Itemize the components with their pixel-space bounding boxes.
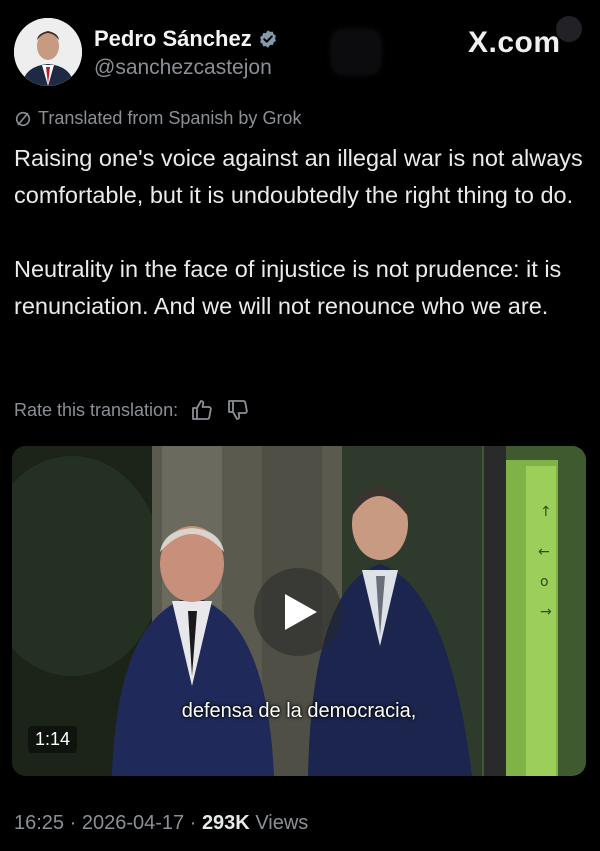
redacted-blur [330,28,382,76]
brand-watermark: X.com [468,26,561,59]
verified-badge-icon [259,30,276,48]
video-subtitle: defensa de la democracia, [181,700,417,722]
video-duration: 1:14 [28,726,78,753]
svg-text:↑: ↑ [540,504,552,520]
svg-text:o: o [540,574,549,590]
play-button[interactable] [254,568,342,656]
translation-label: Translated from Spanish by Grok [38,108,302,128]
svg-text:→: → [540,604,552,620]
avatar-photo [14,18,82,86]
display-name-row[interactable]: Pedro Sánchez [94,26,278,52]
svg-text:←: ← [538,544,550,560]
display-name[interactable]: Pedro Sánchez [94,26,252,52]
rate-label: Rate this translation: [14,399,179,420]
thumbs-down-icon[interactable] [226,398,250,422]
thumbs-up-icon[interactable] [190,398,214,422]
post-paragraph: Neutrality in the face of injustice is n… [14,256,562,319]
views-label: Views [255,812,309,834]
post-date[interactable]: 2026-04-17 [82,812,184,834]
post-paragraph: Raising one's voice against an illegal w… [14,145,583,208]
translate-icon [15,111,31,126]
post-text: Raising one's voice against an illegal w… [14,140,584,325]
separator: · [64,812,82,834]
user-handle[interactable]: @sanchezcastejon [94,56,272,80]
rate-translation: Rate this translation: [14,398,250,422]
translation-notice: Translated from Spanish by Grok [14,108,301,129]
post-meta: 16:25 · 2026-04-17 · 293K Views [14,812,308,835]
views-count[interactable]: 293K [202,812,250,834]
separator: · [184,812,202,834]
post-time[interactable]: 16:25 [14,812,64,834]
avatar[interactable] [14,18,82,86]
play-icon [285,594,317,630]
video-player[interactable]: ↑ ← o → defensa de la democracia, 1:14 [12,446,586,776]
